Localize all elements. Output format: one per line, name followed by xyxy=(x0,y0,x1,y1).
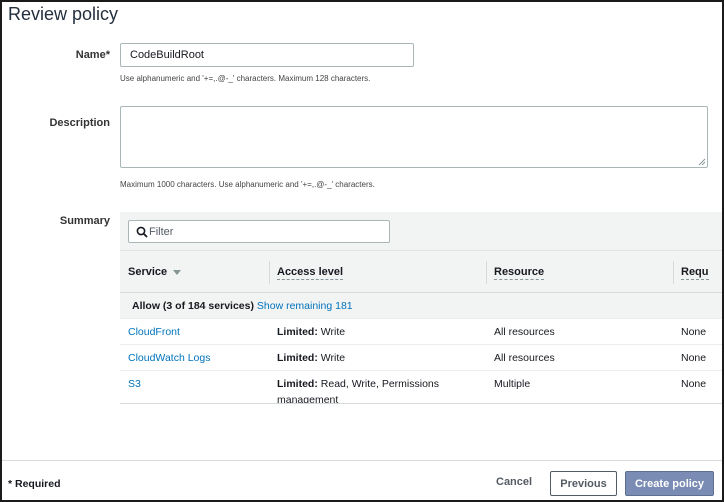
column-header-service[interactable]: Service xyxy=(128,251,182,294)
service-link[interactable]: CloudFront xyxy=(128,324,180,340)
summary-label: Summary xyxy=(59,215,110,227)
resource-cell: All resources xyxy=(494,352,555,364)
column-header-resource[interactable]: Resource xyxy=(494,251,545,294)
column-divider xyxy=(486,261,487,284)
description-hint: Maximum 1000 characters. Use alphanumeri… xyxy=(120,180,375,189)
filter-input[interactable]: Filter xyxy=(128,220,390,243)
sort-down-icon xyxy=(173,269,182,275)
request-condition-cell: None xyxy=(681,352,707,364)
service-link[interactable]: CloudWatch Logs xyxy=(128,350,211,366)
request-condition-cell: None xyxy=(681,326,707,338)
access-level-cell: Limited: Write xyxy=(277,352,346,364)
create-policy-button[interactable]: Create policy xyxy=(625,471,714,496)
name-hint: Use alphanumeric and '+=,.@-_' character… xyxy=(120,74,371,83)
filter-bar: Filter xyxy=(120,212,722,250)
resource-cell: Multiple xyxy=(494,378,531,390)
footer-divider xyxy=(2,460,722,461)
table-row: CloudWatch Logs Limited: Write All resou… xyxy=(120,345,722,371)
description-label: Description xyxy=(49,117,110,129)
access-level-cell: Limited: Write xyxy=(277,326,346,338)
page-title: Review policy xyxy=(8,4,119,24)
table-header: Service Access level Resource Requ xyxy=(120,250,722,294)
cancel-button[interactable]: Cancel xyxy=(490,474,538,490)
column-divider xyxy=(673,261,674,284)
table-row: CloudFront Limited: Write All resources … xyxy=(120,319,722,345)
review-policy-window: Review policy Name* Use alphanumeric and… xyxy=(0,0,724,502)
table-row: S3 Limited: Read, Write, Permissions man… xyxy=(120,371,722,404)
name-input[interactable] xyxy=(120,43,414,67)
required-note: * Required xyxy=(8,478,61,490)
description-textarea[interactable] xyxy=(120,106,708,168)
search-icon xyxy=(136,226,148,238)
previous-button[interactable]: Previous xyxy=(550,471,617,496)
allow-group-row: Allow (3 of 184 services) Show remaining… xyxy=(120,293,722,319)
show-remaining-link[interactable]: Show remaining 181 xyxy=(257,300,353,312)
access-level-cell: Limited: Read, Write, Permissions manage… xyxy=(277,378,440,404)
allow-group-label: Allow (3 of 184 services) xyxy=(132,300,254,312)
filter-placeholder: Filter xyxy=(149,226,174,238)
request-condition-cell: None xyxy=(681,378,707,390)
summary-table: Filter Service Access level Resource Req… xyxy=(120,212,722,404)
resize-grip-icon[interactable] xyxy=(698,158,706,166)
service-link[interactable]: S3 xyxy=(128,376,141,392)
column-header-access-level[interactable]: Access level xyxy=(277,251,344,294)
column-header-request-condition[interactable]: Requ xyxy=(681,251,709,294)
resource-cell: All resources xyxy=(494,326,555,338)
column-divider xyxy=(269,261,270,284)
name-label: Name* xyxy=(75,49,110,61)
